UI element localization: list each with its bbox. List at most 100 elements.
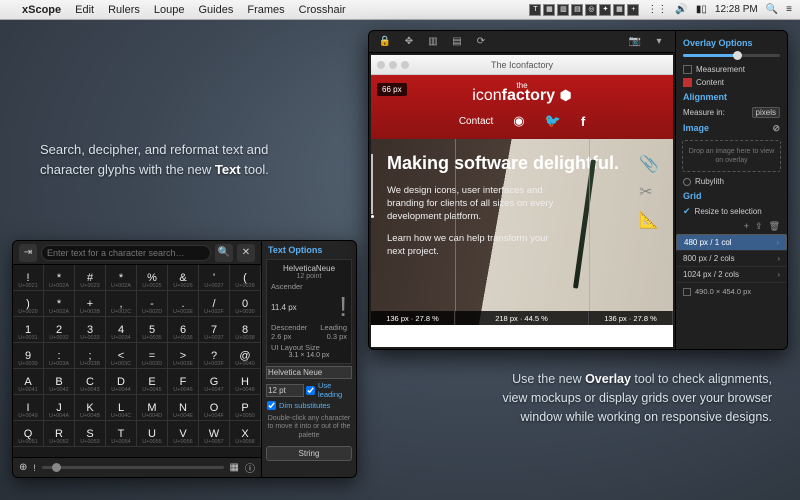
char-cell[interactable]: 3U+0033 [75,317,106,343]
char-cell[interactable]: 2U+0032 [44,317,75,343]
char-cell[interactable]: 5U+0035 [137,317,168,343]
search-icon[interactable]: 🔍 [215,244,233,262]
search-input[interactable] [41,245,211,261]
char-cell[interactable]: &U+0026 [168,265,199,291]
grid-preset-row[interactable]: 480 px / 1 col› [676,234,787,251]
info-icon[interactable]: ⓘ [245,460,255,475]
char-cell[interactable]: (U+0028 [230,265,261,291]
char-cell[interactable]: DU+0044 [106,369,137,395]
add-icon[interactable]: ⊕ [19,462,27,473]
char-cell[interactable]: XU+0058 [230,421,261,447]
char-cell[interactable]: FU+0046 [168,369,199,395]
char-cell[interactable]: 8U+0038 [230,317,261,343]
nav-contact[interactable]: Contact [459,116,493,127]
char-cell[interactable]: WU+0057 [199,421,230,447]
char-cell[interactable]: CU+0043 [75,369,106,395]
use-leading-checkbox[interactable] [306,386,315,395]
add-grid-icon[interactable]: + [744,221,749,232]
char-cell[interactable]: RU+0052 [44,421,75,447]
refresh-icon[interactable]: ⟳ [473,35,489,49]
grid-view-icon[interactable]: ▦ [230,462,239,473]
zoom-slider[interactable] [42,466,224,469]
menu-crosshair[interactable]: Crosshair [299,4,346,16]
favorite-icon[interactable]: ! [33,463,36,473]
char-cell[interactable]: IU+0049 [13,395,44,421]
char-cell[interactable]: 6U+0036 [168,317,199,343]
char-cell[interactable]: @U+0040 [230,343,261,369]
insert-icon[interactable]: ⇥ [19,244,37,262]
char-cell[interactable]: TU+0054 [106,421,137,447]
clear-icon[interactable]: ✕ [237,244,255,262]
menubar-tray-icons[interactable]: T▦▥▤◎✦▦+ [529,4,639,16]
char-cell[interactable]: SU+0053 [75,421,106,447]
char-cell[interactable]: !U+0021 [13,265,44,291]
columns-icon[interactable]: ▥ [425,35,441,49]
char-cell[interactable]: AU+0041 [13,369,44,395]
char-cell[interactable]: +U+002B [75,291,106,317]
unit-select[interactable]: pixels [752,107,780,118]
grid-preset-row[interactable]: 1024 px / 2 cols› [676,267,787,283]
notification-icon[interactable]: ≡ [786,4,792,15]
char-cell[interactable]: QU+0051 [13,421,44,447]
char-cell[interactable]: *U+002A [44,265,75,291]
dribbble-icon[interactable]: ◉ [513,113,524,129]
char-cell[interactable]: :U+003A [44,343,75,369]
char-cell[interactable]: ;U+003B [75,343,106,369]
char-cell[interactable]: .U+002E [168,291,199,317]
char-cell[interactable]: OU+004F [199,395,230,421]
dimensions-checkbox[interactable] [683,288,691,296]
char-cell[interactable]: GU+0047 [199,369,230,395]
char-cell[interactable]: MU+004D [137,395,168,421]
delete-grid-icon[interactable]: 🗑 [769,221,780,232]
menu-loupe[interactable]: Loupe [154,4,185,16]
image-dropzone[interactable]: Drop an image here to view on overlay [682,140,781,172]
char-cell[interactable]: =U+003D [137,343,168,369]
char-cell[interactable]: /U+002F [199,291,230,317]
char-cell[interactable]: <U+003C [106,343,137,369]
spotlight-icon[interactable]: 🔍 [766,4,778,15]
char-cell[interactable]: #U+0023 [75,265,106,291]
char-cell[interactable]: 9U+0039 [13,343,44,369]
menu-edit[interactable]: Edit [75,4,94,16]
menu-app[interactable]: xScope [22,4,61,16]
rubylith-radio[interactable] [683,178,691,186]
measurement-checkbox[interactable] [683,65,692,74]
char-cell[interactable]: 4U+0034 [106,317,137,343]
char-cell[interactable]: -U+002D [137,291,168,317]
content-checkbox[interactable] [683,78,692,87]
twitter-icon[interactable]: 🐦 [545,113,561,129]
char-cell[interactable]: 0U+0030 [230,291,261,317]
clock[interactable]: 12:28 PM [715,4,758,15]
char-cell[interactable]: 'U+0027 [199,265,230,291]
char-cell[interactable]: JU+004A [44,395,75,421]
char-cell[interactable]: KU+004B [75,395,106,421]
char-cell[interactable]: VU+0056 [168,421,199,447]
char-cell[interactable]: BU+0042 [44,369,75,395]
char-cell[interactable]: *U+002A [106,265,137,291]
grid-preset-row[interactable]: 800 px / 2 cols› [676,251,787,267]
menu-guides[interactable]: Guides [199,4,234,16]
char-cell[interactable]: PU+0050 [230,395,261,421]
lock-icon[interactable]: 🔒 [377,35,393,49]
char-cell[interactable]: )U+0029 [13,291,44,317]
move-icon[interactable]: ✥ [401,35,417,49]
char-cell[interactable]: ?U+003F [199,343,230,369]
resize-check-icon[interactable]: ✔ [683,206,691,217]
char-cell[interactable]: *U+002A [44,291,75,317]
char-cell[interactable]: 1U+0031 [13,317,44,343]
char-cell[interactable]: NU+004E [168,395,199,421]
char-cell[interactable]: HU+0048 [230,369,261,395]
rows-icon[interactable]: ▤ [449,35,465,49]
battery-icon[interactable]: ▮▯ [696,4,707,15]
export-grid-icon[interactable]: ⇪ [755,221,763,232]
clear-image-icon[interactable]: ⊘ [772,123,780,134]
char-cell[interactable]: %U+0025 [137,265,168,291]
char-cell[interactable]: LU+004C [106,395,137,421]
menu-rulers[interactable]: Rulers [108,4,140,16]
char-cell[interactable]: UU+0055 [137,421,168,447]
char-cell[interactable]: ,U+002C [106,291,137,317]
menu-frames[interactable]: Frames [247,4,284,16]
dropdown-icon[interactable]: ▾ [651,35,667,49]
font-select[interactable]: Helvetica Neue [266,366,352,379]
opacity-slider[interactable] [683,54,780,57]
